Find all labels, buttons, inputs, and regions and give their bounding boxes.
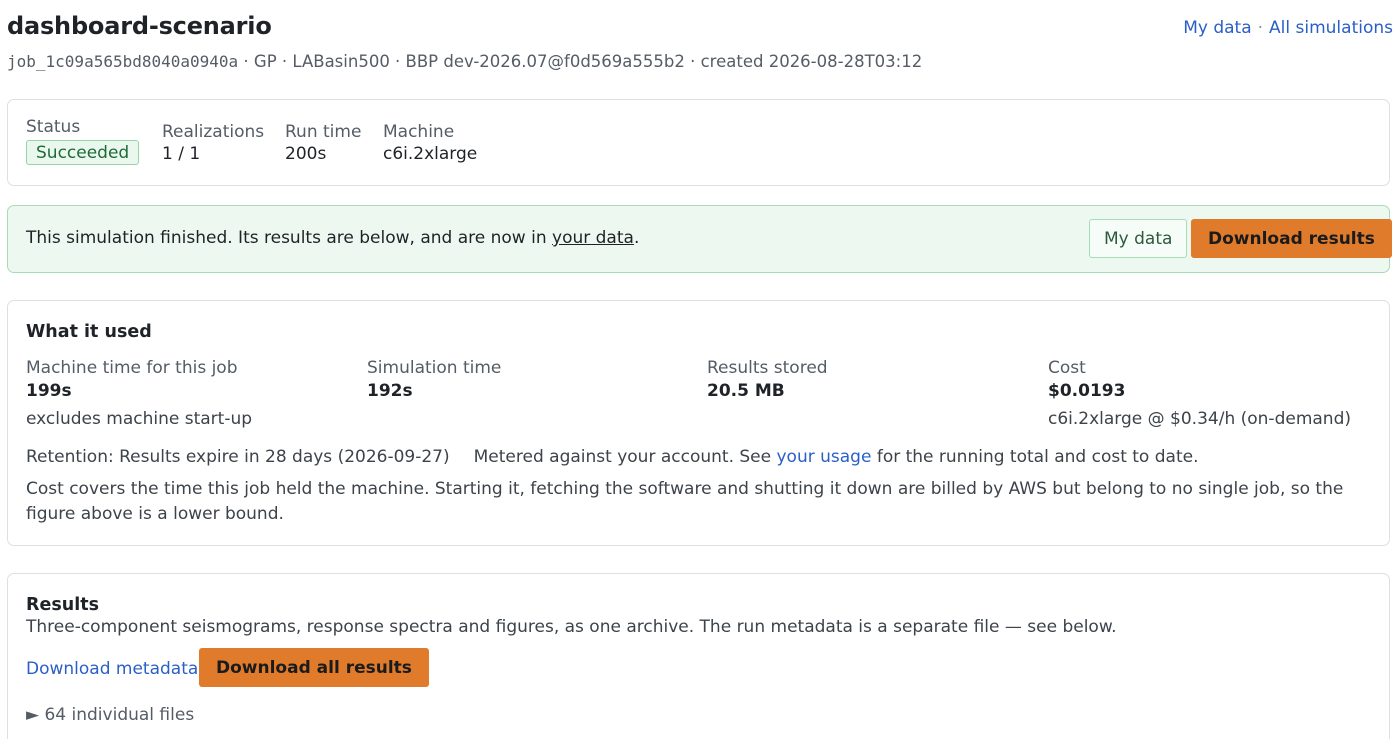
status-label: Status [26,117,81,137]
results-card: Results Three-component seismograms, res… [7,573,1390,739]
all-simulations-link[interactable]: All simulations [1269,18,1393,38]
retention-row: Retention: Results expire in 28 days (20… [26,447,1198,467]
cost-explainer: Cost covers the time this job held the m… [26,479,1344,524]
usage-title: What it used [26,322,152,342]
realizations-stat: Realizations 1 / 1 [162,121,264,165]
status-badge: Succeeded [26,140,140,165]
status-stat: Status Succeeded [26,116,140,165]
machine-label: Machine [383,122,455,142]
machine-value: c6i.2xlarge [383,144,478,164]
nav-separator: · [1257,18,1264,38]
banner-my-data-button[interactable]: My data [1089,219,1188,258]
runtime-value: 200s [285,144,327,164]
individual-files-toggle[interactable]: ► 64 individual files [26,705,194,725]
my-data-link[interactable]: My data [1183,18,1251,38]
machine-time-label: Machine time for this job [26,358,238,378]
cost-note: c6i.2xlarge @ $0.34/h (on-demand) [1048,409,1351,429]
your-usage-link[interactable]: your usage [777,447,872,467]
your-data-link[interactable]: your data [552,228,634,248]
cost-label: Cost [1048,358,1086,378]
simulation-time-metric: Simulation time 192s [367,357,501,403]
metered-text-before: Metered against your account. See [473,447,777,467]
job-meta-details: · GP · LABasin500 · BBP dev-2026.07@f0d5… [238,52,923,71]
banner-text-after: . [633,228,640,248]
machine-stat: Machine c6i.2xlarge [383,121,477,165]
job-id: job_1c09a565bd8040a0940a [7,52,239,71]
cost-value: $0.0193 [1048,381,1126,401]
machine-time-metric: Machine time for this job 199s excludes … [26,357,252,431]
disclosure-triangle-icon: ► [26,705,40,725]
page-header: dashboard-scenario job_1c09a565bd8040a09… [7,10,1393,80]
results-title: Results [26,595,99,615]
completion-banner: This simulation finished. Its results ar… [7,205,1392,273]
simulation-time-value: 192s [367,381,413,401]
download-metadata-link[interactable]: Download metadata [26,659,198,679]
download-all-results-button[interactable]: Download all results [199,648,429,687]
banner-text-before: This simulation finished. Its results ar… [26,228,553,248]
machine-time-note: excludes machine start-up [26,409,253,429]
machine-time-value: 199s [26,381,72,401]
results-subtitle: Three-component seismograms, response sp… [26,617,1117,637]
job-meta: job_1c09a565bd8040a0940a · GP · LABasin5… [7,52,922,71]
page-title: dashboard-scenario [7,12,272,40]
results-stored-metric: Results stored 20.5 MB [707,357,828,403]
status-card: Status Succeeded Realizations 1 / 1 Run … [7,99,1390,186]
realizations-value: 1 / 1 [162,144,201,164]
results-stored-label: Results stored [707,358,828,378]
individual-files-label: 64 individual files [44,705,195,725]
retention-text: Retention: Results expire in 28 days (20… [26,447,450,467]
simulation-time-label: Simulation time [367,358,502,378]
runtime-label: Run time [285,122,362,142]
realizations-label: Realizations [162,122,265,142]
metered-text-after: for the running total and cost to date. [871,447,1199,467]
cost-metric: Cost $0.0193 c6i.2xlarge @ $0.34/h (on-d… [1048,357,1351,431]
banner-message: This simulation finished. Its results ar… [26,228,639,248]
download-results-button[interactable]: Download results [1191,219,1392,258]
usage-card: What it used Machine time for this job 1… [7,300,1390,546]
results-stored-value: 20.5 MB [707,381,785,401]
runtime-stat: Run time 200s [285,121,361,165]
top-nav-links: My data · All simulations [1183,18,1393,38]
